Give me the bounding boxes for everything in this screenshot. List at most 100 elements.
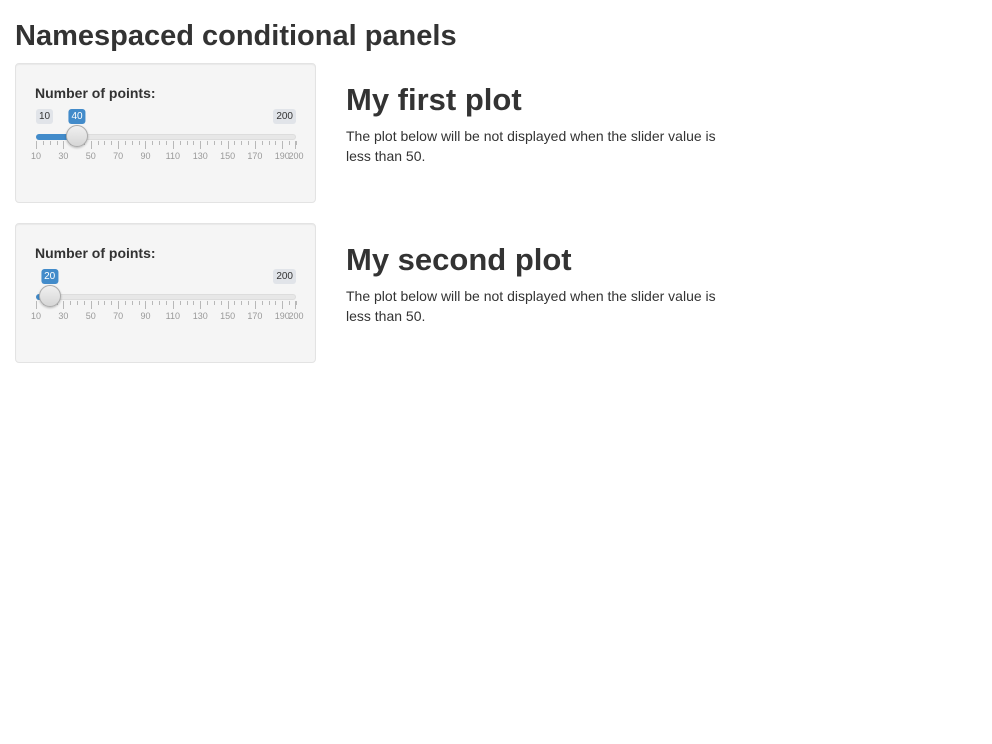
minor-tick (186, 141, 188, 145)
minor-tick (138, 301, 140, 305)
minor-tick (70, 301, 72, 305)
minor-tick (104, 141, 106, 145)
minor-tick (213, 141, 215, 145)
minor-tick (104, 301, 106, 305)
major-tick (227, 141, 229, 149)
minor-tick (234, 141, 236, 145)
minor-tick (248, 301, 250, 305)
minor-tick (296, 141, 297, 145)
minor-tick (179, 141, 181, 145)
slider-max-label: 200 (273, 109, 296, 124)
minor-tick (166, 301, 167, 305)
major-tick (172, 141, 174, 149)
points-slider[interactable]: 10 200 40 10 30 50 70 90 110 130 150 170 190 200 (31, 109, 304, 169)
major-tick (145, 301, 147, 309)
slider-value-label: 20 (41, 269, 59, 284)
page-title: Namespaced conditional panels (15, 20, 457, 52)
minor-tick (207, 301, 209, 305)
tick-label: 70 (113, 311, 124, 321)
slider-min-label: 10 (36, 109, 54, 124)
tick-label: 130 (192, 151, 208, 161)
slider-label: Number of points: (35, 245, 156, 261)
major-tick (36, 301, 37, 309)
tick-label: 10 (30, 151, 42, 161)
module-first: Number of points: 10 200 40 10 30 50 70 90 11… (15, 63, 735, 203)
tick-label: 50 (85, 311, 96, 321)
minor-tick (268, 301, 270, 305)
plot-title: My first plot (346, 82, 522, 117)
slider-max-label: 200 (273, 269, 296, 284)
minor-tick (234, 301, 236, 305)
major-tick (254, 301, 256, 309)
module-second: Number of points: 10 200 20 103050709011… (15, 223, 735, 363)
minor-tick (220, 301, 222, 305)
slider-label: Number of points: (35, 85, 156, 101)
minor-tick (261, 141, 263, 145)
plot-title: My second plot (346, 242, 572, 277)
major-tick (90, 141, 92, 149)
major-tick (63, 141, 65, 149)
minor-tick (49, 141, 51, 145)
minor-tick (111, 141, 113, 145)
major-tick (172, 301, 174, 309)
minor-tick (159, 301, 161, 305)
minor-tick (241, 141, 243, 145)
major-tick (118, 141, 120, 149)
tick-label: 150 (220, 151, 236, 161)
tick-label: 200 (288, 151, 304, 161)
minor-tick (152, 301, 154, 305)
major-tick (145, 141, 147, 149)
minor-tick (138, 141, 140, 145)
minor-tick (124, 141, 126, 145)
plot-description: The plot below will be not displayed whe… (346, 128, 716, 164)
tick-label: 90 (140, 311, 151, 321)
major-tick (63, 301, 65, 309)
minor-tick (97, 141, 99, 145)
major-tick (295, 301, 296, 309)
tick-label: 110 (165, 151, 181, 161)
tick-label: 200 (288, 311, 304, 321)
minor-tick (111, 301, 113, 305)
minor-tick (193, 301, 195, 305)
slider-handle[interactable] (38, 285, 61, 307)
tick-label: 130 (192, 311, 208, 321)
tick-label: 50 (85, 151, 96, 161)
tick-label: 150 (220, 311, 236, 321)
minor-tick (166, 141, 167, 145)
slider-track[interactable] (36, 294, 296, 300)
sidebar-panel: Number of points: 10 200 40 10 30 50 70 90 11… (15, 63, 316, 203)
minor-tick (77, 301, 79, 305)
sidebar-panel: Number of points: 10 200 20 103050709011… (15, 223, 316, 363)
page: Namespaced conditional panels Number of … (0, 0, 992, 744)
tick-label: 30 (58, 151, 69, 161)
slider-handle[interactable] (66, 125, 89, 147)
major-tick (200, 301, 202, 309)
tick-label: 170 (247, 151, 263, 161)
minor-tick (124, 301, 126, 305)
tick-label: 90 (140, 151, 151, 161)
minor-tick (131, 301, 133, 305)
minor-tick (268, 141, 270, 145)
slider-ticks: 10 30 50 70 90 110 130 150 170 190 200 (31, 301, 304, 321)
minor-tick (131, 141, 133, 145)
tick-label: 30 (58, 311, 69, 321)
minor-tick (207, 141, 209, 145)
major-tick (36, 141, 37, 149)
minor-tick (193, 141, 195, 145)
minor-tick (159, 141, 161, 145)
major-tick (227, 301, 229, 309)
tick-label: 170 (247, 311, 263, 321)
minor-tick (56, 141, 58, 145)
tick-label: 70 (113, 151, 124, 161)
major-tick (282, 301, 284, 309)
minor-tick (275, 141, 277, 145)
minor-tick (261, 301, 263, 305)
minor-tick (83, 301, 85, 305)
points-slider[interactable]: 10 200 20 1030507090110130150170190200 (31, 269, 304, 329)
minor-tick (220, 141, 222, 145)
major-tick (90, 301, 92, 309)
tick-label: 110 (165, 311, 181, 321)
minor-tick (186, 301, 188, 305)
slider-value-label: 40 (68, 109, 86, 124)
minor-tick (296, 301, 297, 305)
